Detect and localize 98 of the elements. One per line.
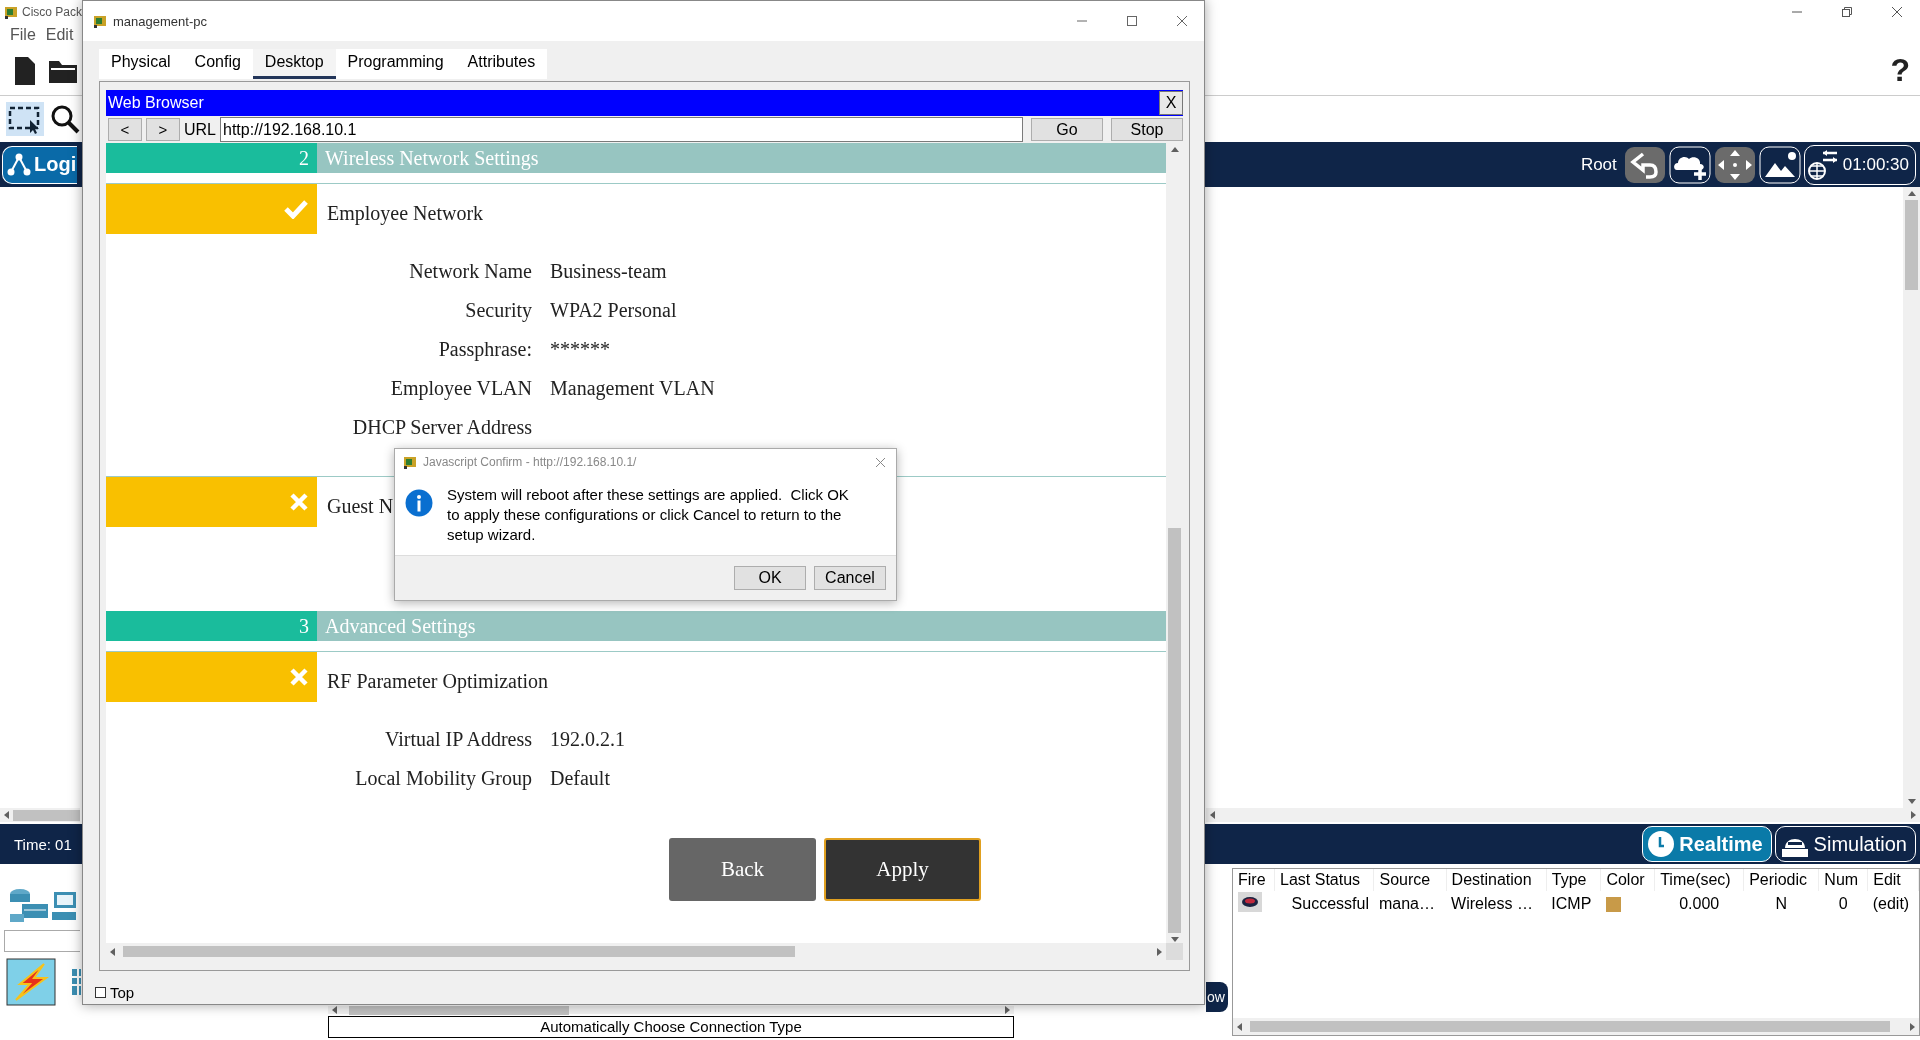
close-icon[interactable] xyxy=(1891,6,1903,18)
scrollbar-corner xyxy=(1166,943,1183,960)
field-label: Passphrase: xyxy=(437,338,532,361)
field-label: DHCP Server Address xyxy=(351,416,532,439)
lightning-icon[interactable] xyxy=(6,958,56,1006)
horizontal-scrollbar[interactable] xyxy=(1233,1018,1919,1035)
mountain-button[interactable] xyxy=(1758,145,1801,184)
dialog-message: System will reboot after these settings are applied. Click OK to apply these configurations or click Cancel to return to the setup wizard. xyxy=(447,485,850,545)
section-title: Advanced Settings xyxy=(325,614,476,638)
dialog-button[interactable]: OK xyxy=(734,566,806,590)
move-button[interactable] xyxy=(1713,145,1756,184)
step-number: 2 xyxy=(106,143,317,173)
select-icon[interactable] xyxy=(6,102,44,136)
page-button[interactable]: Apply xyxy=(824,838,981,901)
field-label: Local Mobility Group xyxy=(354,767,532,790)
column-header: Periodic xyxy=(1743,869,1819,891)
go-button[interactable]: Go xyxy=(1031,118,1103,141)
table-cell: ICMP xyxy=(1546,891,1601,917)
field-value: Default xyxy=(550,767,610,790)
table-cell: mana… xyxy=(1374,891,1447,917)
field-label: Virtual IP Address xyxy=(384,728,532,751)
dialog-button[interactable]: Cancel xyxy=(814,566,886,590)
field-label: Security xyxy=(464,299,532,322)
column-header: Fire xyxy=(1233,869,1275,891)
back-button[interactable]: < xyxy=(108,118,142,141)
column-header: Edit xyxy=(1867,869,1919,891)
table-cell: Wireless … xyxy=(1446,891,1547,917)
time-label: Time: 01 xyxy=(14,835,72,853)
help-button[interactable]: ? xyxy=(1890,52,1910,89)
mode-button[interactable]: Simulation xyxy=(1774,826,1916,862)
field-label: Network Name xyxy=(408,260,532,283)
column-header: Type xyxy=(1546,869,1601,891)
pdu-list-button[interactable]: ow xyxy=(1206,982,1228,1012)
close-icon[interactable] xyxy=(875,456,886,468)
tab[interactable]: Config xyxy=(182,49,253,79)
column-header: Color xyxy=(1600,869,1655,891)
search-icon[interactable] xyxy=(50,104,80,134)
menu-item[interactable]: File xyxy=(10,26,36,44)
step-number: 3 xyxy=(106,611,317,641)
restore-icon[interactable] xyxy=(1841,6,1853,18)
cloud-add-button[interactable] xyxy=(1668,145,1711,184)
horizontal-scrollbar[interactable] xyxy=(0,808,80,822)
url-label: URL xyxy=(184,120,216,139)
column-header: Time(sec) xyxy=(1654,869,1744,891)
stop-button[interactable]: Stop xyxy=(1111,118,1183,141)
group-title: Employee Network xyxy=(327,201,484,225)
field-value: ****** xyxy=(550,338,610,361)
table-cell: N xyxy=(1743,891,1819,917)
dialog-title: Javascript Confirm - http://192.168.10.1/ xyxy=(423,455,637,469)
table-cell: Successful xyxy=(1274,891,1374,917)
fire-button[interactable] xyxy=(1238,892,1262,912)
window-title: management-pc xyxy=(113,13,207,29)
field-value: WPA2 Personal xyxy=(550,299,677,322)
url-field[interactable]: http://192.168.10.1 xyxy=(220,117,1023,142)
tab[interactable]: Physical xyxy=(99,49,183,79)
app-logo-icon xyxy=(403,455,417,469)
tab[interactable]: Attributes xyxy=(455,49,548,79)
checkbox-label: Top xyxy=(110,984,135,1001)
clock-button[interactable]: 01:00:30 xyxy=(1803,144,1916,185)
device-search-field[interactable] xyxy=(4,930,80,952)
window-title: Cisco Pack xyxy=(22,5,83,19)
undo-button[interactable] xyxy=(1623,145,1666,184)
field-label: Employee VLAN xyxy=(389,377,532,400)
logical-button[interactable]: Logi xyxy=(2,145,78,184)
close-button[interactable]: X xyxy=(1159,91,1183,115)
root-label: Root xyxy=(1580,154,1617,175)
field-value: Business-team xyxy=(550,260,667,283)
mode-button[interactable]: Realtime xyxy=(1642,826,1772,862)
column-header: Num xyxy=(1818,869,1868,891)
column-header: Destination xyxy=(1446,869,1547,891)
tab[interactable]: Programming xyxy=(335,49,456,79)
forward-button[interactable]: > xyxy=(146,118,180,141)
group-title: RF Parameter Optimization xyxy=(327,669,549,693)
vertical-scrollbar[interactable] xyxy=(1903,187,1920,808)
pc-logo-icon xyxy=(93,14,107,28)
maximize-icon[interactable] xyxy=(1126,15,1138,27)
network-icon xyxy=(7,152,31,177)
menu-item[interactable]: Edit xyxy=(45,26,74,44)
clock-icon xyxy=(1647,830,1676,858)
section-title: Wireless Network Settings xyxy=(325,146,539,170)
field-value: Management VLAN xyxy=(550,377,715,400)
app-logo-icon xyxy=(4,5,18,19)
connection-type-field[interactable]: Automatically Choose Connection Type xyxy=(328,1016,1014,1038)
top-checkbox[interactable] xyxy=(95,987,106,998)
close-icon[interactable] xyxy=(1176,15,1188,27)
browser-title: Web Browser xyxy=(108,94,204,112)
new-file-icon[interactable] xyxy=(14,55,36,86)
table-cell: 0 xyxy=(1818,891,1868,917)
horizontal-scrollbar[interactable] xyxy=(1206,808,1920,822)
field-value: 192.0.2.1 xyxy=(550,728,625,751)
group-title: Guest N xyxy=(327,494,394,518)
column-header: Last Status xyxy=(1274,869,1374,891)
info-icon xyxy=(405,489,433,517)
edit-link[interactable]: (edit) xyxy=(1867,891,1919,917)
column-header: Source xyxy=(1374,869,1447,891)
table-cell: 0.000 xyxy=(1654,891,1744,917)
tab[interactable]: Desktop xyxy=(252,49,336,79)
page-button[interactable]: Back xyxy=(669,838,816,901)
